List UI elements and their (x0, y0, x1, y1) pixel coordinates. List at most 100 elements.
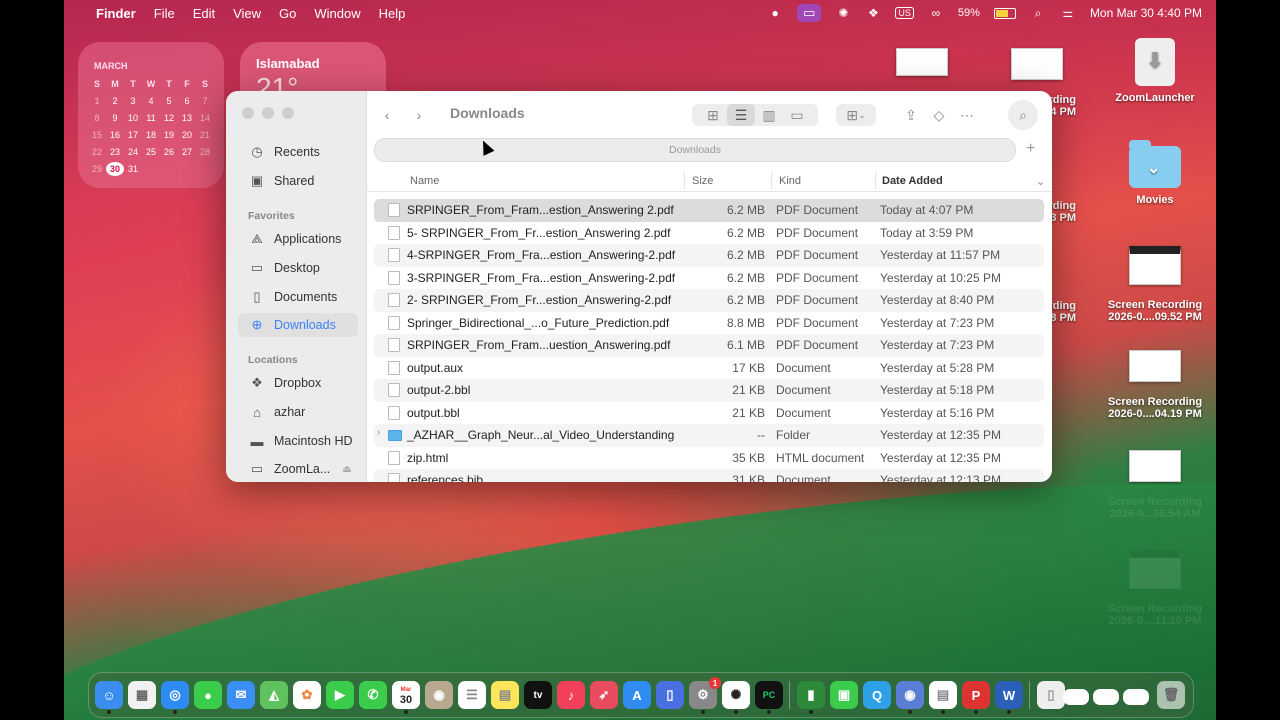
sort-chevron-icon[interactable]: ⌄ (1036, 175, 1045, 188)
contacts-app-icon[interactable]: ◉ (425, 681, 453, 709)
gallery-view-button[interactable]: ▭ (783, 104, 811, 126)
desktop-zoomlauncher[interactable]: ZoomLauncher (1100, 38, 1210, 104)
notes-app-icon[interactable]: ▤ (491, 681, 519, 709)
more-icon[interactable]: ⋯ (953, 104, 981, 126)
desktop-thumbnail[interactable] (882, 48, 962, 80)
minimize-window-button[interactable] (262, 107, 274, 119)
reminders-app-icon[interactable]: ☰ (458, 681, 486, 709)
sidebar-item-recents[interactable]: ◷ Recents (238, 140, 358, 164)
eject-icon[interactable]: ⏏ (342, 464, 351, 475)
remote-app-icon[interactable]: ▯ (656, 681, 684, 709)
music-app-icon[interactable]: ♪ (557, 681, 585, 709)
record-icon[interactable]: ● (767, 6, 783, 20)
path-bar[interactable]: Downloads (374, 138, 1016, 162)
messages-app-icon[interactable]: ● (194, 681, 222, 709)
menu-edit[interactable]: Edit (193, 6, 215, 21)
link-icon[interactable]: ∞ (928, 6, 944, 20)
menu-view[interactable]: View (233, 6, 261, 21)
file-row[interactable]: Springer_Bidirectional_...o_Future_Predi… (374, 312, 1044, 335)
share-icon[interactable]: ⇪ (897, 104, 925, 126)
recent-document-icon[interactable] (1123, 689, 1149, 705)
file-row[interactable]: references.bib 31 KB Document Yesterday at … (374, 469, 1044, 482)
trash-icon[interactable]: 🗑 (1157, 681, 1185, 709)
file-row[interactable]: SRPINGER_From_Fram...uestion_Answering.p… (374, 334, 1044, 357)
back-button[interactable]: ‹ (376, 104, 398, 126)
chatgpt-icon[interactable]: ✺ (835, 6, 851, 20)
safari-app-icon[interactable]: ◎ (161, 681, 189, 714)
screen-app-icon[interactable]: ◉ (896, 681, 924, 714)
column-size[interactable]: Size (692, 175, 713, 187)
battery-icon[interactable] (993, 7, 1016, 19)
numbers-app-icon[interactable]: ▣ (830, 681, 858, 709)
column-name[interactable]: Name (410, 175, 439, 187)
menu-help[interactable]: Help (379, 6, 406, 21)
calendar-app-icon[interactable]: Mar 30 (392, 681, 420, 714)
control-center-icon[interactable]: ⚌ (1060, 6, 1076, 20)
document-app-icon[interactable]: ▤ (929, 681, 957, 714)
input-source-indicator[interactable]: US (895, 7, 914, 19)
desktop-screen-recording[interactable]: Screen Recording 2026-0...36.54 AM (1100, 450, 1210, 520)
chatgpt-app-icon[interactable]: ✺ (722, 681, 750, 714)
settings-app-icon[interactable]: ⚙ 1 (689, 677, 721, 714)
file-row[interactable]: 4-SRPINGER_From_Fra...estion_Answering-2… (374, 244, 1044, 267)
desktop-screen-recording[interactable]: Screen Recording 2026-0....09.52 PM (1100, 246, 1210, 323)
column-date-added[interactable]: Date Added (882, 175, 943, 187)
pycharm-app-icon[interactable]: PC (755, 681, 783, 714)
dropbox-icon[interactable]: ❖ (865, 6, 881, 20)
desktop-movies-folder[interactable]: ⌄ Movies (1100, 140, 1210, 206)
desktop-screen-recording[interactable]: Screen Recording 2026-0....11.10 PM (1100, 550, 1210, 627)
zoom-window-button[interactable] (282, 107, 294, 119)
appletv-app-icon[interactable]: tv (524, 681, 552, 709)
icon-view-button[interactable]: ⊞ (699, 104, 727, 126)
file-row[interactable]: zip.html 35 KB HTML document Yesterday at 1… (374, 447, 1044, 470)
rocket-app-icon[interactable]: ➶ (590, 681, 618, 709)
sidebar-item-azhar[interactable]: ⌂ azhar (238, 400, 358, 424)
sidebar-item-shared[interactable]: ▣ Shared (238, 169, 358, 193)
sidebar-item-downloads[interactable]: ⊕ Downloads (238, 313, 358, 337)
folder-row[interactable]: › _AZHAR__Graph_Neur...al_Video_Understan… (374, 424, 1044, 447)
sidebar-item-macintosh-hd[interactable]: ▬ Macintosh HD (238, 429, 358, 453)
file-row[interactable]: 5- SRPINGER_From_Fr...estion_Answering 2… (374, 222, 1044, 245)
calendar-widget[interactable]: MARCH S M T W T F S 1 2 3 4 5 6 7 8 9 10 11 12 13 14 15 16 17 18… (78, 42, 224, 188)
spotlight-search-icon[interactable]: ⌕ (1030, 6, 1046, 20)
list-view-button[interactable]: ☰ (727, 104, 755, 126)
screen-share-icon[interactable]: ▭ (797, 4, 822, 22)
file-row[interactable]: SRPINGER_From_Fram...estion_Answering 2.… (374, 199, 1044, 222)
battery-percent[interactable]: 59% (958, 7, 980, 19)
file-row[interactable]: output.aux 17 KB Document Yesterday at 5:28… (374, 357, 1044, 380)
acrobat-app-icon[interactable]: P (962, 681, 990, 714)
photos-app-icon[interactable]: ✿ (293, 681, 321, 709)
recent-document-icon[interactable] (1063, 689, 1089, 705)
appstore-app-icon[interactable]: A (623, 681, 651, 709)
recent-document-icon[interactable] (1093, 689, 1119, 705)
menu-window[interactable]: Window (314, 6, 360, 21)
column-kind[interactable]: Kind (779, 175, 801, 187)
sidebar-item-dropbox[interactable]: ❖ Dropbox (238, 371, 358, 395)
mail-app-icon[interactable]: ✉ (227, 681, 255, 709)
maps-app-icon[interactable]: ◭ (260, 681, 288, 709)
menu-app-name[interactable]: Finder (96, 6, 136, 21)
downloads-stack-icon[interactable]: ▯ (1037, 681, 1065, 709)
group-by-button[interactable]: ⊞ ⌄ (836, 104, 876, 126)
sidebar-item-documents[interactable]: ▯ Documents (238, 285, 358, 309)
column-view-button[interactable]: ▥ (755, 104, 783, 126)
word-app-icon[interactable]: W (995, 681, 1023, 714)
file-row[interactable]: 2- SRPINGER_From_Fr...estion_Answering-2… (374, 289, 1044, 312)
add-tab-button[interactable]: + (1026, 140, 1035, 158)
tag-icon[interactable]: ◇ (925, 104, 953, 126)
file-row[interactable]: output-2.bbl 21 KB Document Yesterday at 5:… (374, 379, 1044, 402)
menu-file[interactable]: File (154, 6, 175, 21)
sidebar-item-desktop[interactable]: ▭ Desktop (238, 256, 358, 280)
sidebar-item-applications[interactable]: ⟁ Applications (238, 227, 358, 251)
file-row[interactable]: 3-SRPINGER_From_Fra...estion_Answering-2… (374, 267, 1044, 290)
quicktime-app-icon[interactable]: Q (863, 681, 891, 709)
menu-go[interactable]: Go (279, 6, 296, 21)
phone-app-icon[interactable]: ✆ (359, 681, 387, 709)
close-window-button[interactable] (242, 107, 254, 119)
clock[interactable]: Mon Mar 30 4:40 PM (1090, 6, 1202, 20)
file-row[interactable]: output.bbl 21 KB Document Yesterday at 5:16… (374, 402, 1044, 425)
sidebar-item-zoomlauncher[interactable]: ▭ ZoomLa... ⏏ (238, 457, 358, 481)
search-button[interactable]: ⌕ (1008, 100, 1038, 130)
activity-monitor-icon[interactable]: ▮ (797, 681, 825, 714)
forward-button[interactable]: › (408, 104, 430, 126)
